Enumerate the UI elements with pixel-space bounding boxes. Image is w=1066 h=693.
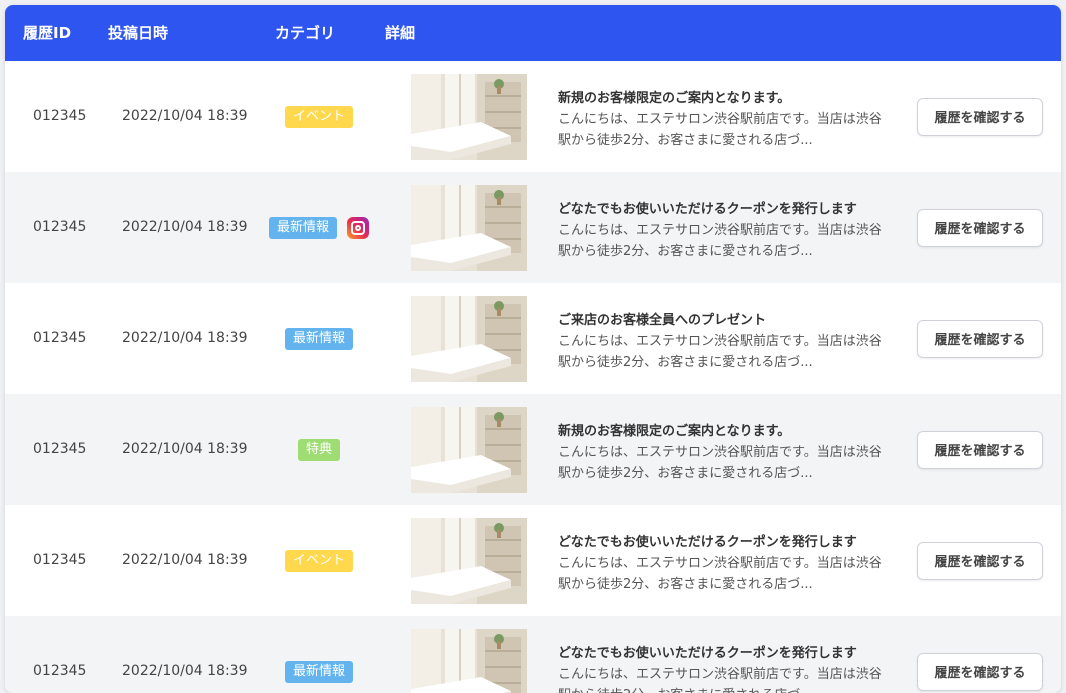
- history-id: 012345: [33, 552, 87, 568]
- table-body: 012345 2022/10/04 18:39 イベント 新規のお客様限定のご案内と…: [5, 61, 1061, 693]
- posted-datetime: 2022/10/04 18:39: [122, 330, 248, 346]
- posted-datetime: 2022/10/04 18:39: [122, 108, 248, 124]
- action-cell: 履歴を確認する: [917, 172, 1043, 283]
- category-badge: 最新情報: [284, 327, 353, 350]
- post-detail: ご来店のお客様全員へのプレゼントこんにちは、エステサロン渋谷駅前店です。当店は渋…: [558, 311, 888, 373]
- post-title: どなたでもお使いいただけるクーポンを発行します: [558, 202, 857, 217]
- post-thumbnail: [411, 629, 527, 693]
- category-cell: 最新情報: [259, 172, 379, 283]
- action-cell: 履歴を確認する: [917, 505, 1043, 616]
- post-thumbnail: [411, 407, 527, 493]
- header-category: カテゴリ: [275, 24, 336, 42]
- posted-datetime: 2022/10/04 18:39: [122, 552, 248, 568]
- view-history-button[interactable]: 履歴を確認する: [917, 208, 1043, 247]
- category-cell: 特典: [259, 394, 379, 505]
- post-thumbnail: [411, 518, 527, 604]
- post-thumbnail: [411, 296, 527, 382]
- table-row: 012345 2022/10/04 18:39 最新情報 どなたでもお使いいただける…: [5, 172, 1061, 283]
- post-excerpt: こんにちは、エステサロン渋谷駅前店です。当店は渋谷駅から徒歩2分、お客さまに愛さ…: [558, 334, 882, 370]
- category-cell: イベント: [259, 61, 379, 172]
- category-badge: 最新情報: [268, 216, 337, 239]
- history-id: 012345: [33, 663, 87, 679]
- post-excerpt: こんにちは、エステサロン渋谷駅前店です。当店は渋谷駅から徒歩2分、お客さまに愛さ…: [558, 223, 882, 259]
- view-history-button[interactable]: 履歴を確認する: [917, 652, 1043, 691]
- post-detail: 新規のお客様限定のご案内となります。こんにちは、エステサロン渋谷駅前店です。当店…: [558, 89, 888, 151]
- posted-datetime: 2022/10/04 18:39: [122, 219, 248, 235]
- history-id: 012345: [33, 219, 87, 235]
- post-detail: どなたでもお使いいただけるクーポンを発行しますこんにちは、エステサロン渋谷駅前店…: [558, 200, 888, 262]
- category-badge: 最新情報: [284, 660, 353, 683]
- history-id: 012345: [33, 330, 87, 346]
- view-history-button[interactable]: 履歴を確認する: [917, 319, 1043, 358]
- table-header: 履歴ID 投稿日時 カテゴリ 詳細: [5, 5, 1061, 61]
- post-detail: どなたでもお使いいただけるクーポンを発行しますこんにちは、エステサロン渋谷駅前店…: [558, 644, 888, 693]
- post-title: どなたでもお使いいただけるクーポンを発行します: [558, 646, 857, 661]
- post-detail: どなたでもお使いいただけるクーポンを発行しますこんにちは、エステサロン渋谷駅前店…: [558, 533, 888, 595]
- view-history-button[interactable]: 履歴を確認する: [917, 97, 1043, 136]
- header-date: 投稿日時: [108, 24, 169, 42]
- history-table: 履歴ID 投稿日時 カテゴリ 詳細 012345 2022/10/04 18:39…: [5, 5, 1061, 693]
- history-id: 012345: [33, 441, 87, 457]
- category-badge: イベント: [284, 105, 353, 128]
- post-title: ご来店のお客様全員へのプレゼント: [558, 313, 767, 328]
- action-cell: 履歴を確認する: [917, 61, 1043, 172]
- header-detail: 詳細: [385, 24, 416, 42]
- category-badge: 特典: [297, 438, 340, 461]
- action-cell: 履歴を確認する: [917, 283, 1043, 394]
- category-cell: 最新情報: [259, 283, 379, 394]
- post-excerpt: こんにちは、エステサロン渋谷駅前店です。当店は渋谷駅から徒歩2分、お客さまに愛さ…: [558, 556, 882, 592]
- view-history-button[interactable]: 履歴を確認する: [917, 430, 1043, 469]
- post-excerpt: こんにちは、エステサロン渋谷駅前店です。当店は渋谷駅から徒歩2分、お客さまに愛さ…: [558, 667, 882, 693]
- post-title: どなたでもお使いいただけるクーポンを発行します: [558, 535, 857, 550]
- posted-datetime: 2022/10/04 18:39: [122, 441, 248, 457]
- table-row: 012345 2022/10/04 18:39 イベント 新規のお客様限定のご案内と…: [5, 61, 1061, 172]
- post-excerpt: こんにちは、エステサロン渋谷駅前店です。当店は渋谷駅から徒歩2分、お客さまに愛さ…: [558, 445, 882, 481]
- post-title: 新規のお客様限定のご案内となります。: [558, 424, 791, 439]
- category-cell: 最新情報: [259, 616, 379, 693]
- posted-datetime: 2022/10/04 18:39: [122, 663, 248, 679]
- history-id: 012345: [33, 108, 87, 124]
- post-title: 新規のお客様限定のご案内となります。: [558, 91, 791, 106]
- view-history-button[interactable]: 履歴を確認する: [917, 541, 1043, 580]
- action-cell: 履歴を確認する: [917, 616, 1043, 693]
- post-thumbnail: [411, 74, 527, 160]
- post-thumbnail: [411, 185, 527, 271]
- instagram-icon: [347, 216, 369, 239]
- table-row: 012345 2022/10/04 18:39 最新情報 ご来店のお客様全員へのプレ…: [5, 283, 1061, 394]
- table-row: 012345 2022/10/04 18:39 イベント どなたでもお使いいただける…: [5, 505, 1061, 616]
- table-row: 012345 2022/10/04 18:39 特典 新規のお客様限定のご案内となり…: [5, 394, 1061, 505]
- table-row: 012345 2022/10/04 18:39 最新情報 どなたでもお使いいただける…: [5, 616, 1061, 693]
- action-cell: 履歴を確認する: [917, 394, 1043, 505]
- category-cell: イベント: [259, 505, 379, 616]
- category-badge: イベント: [284, 549, 353, 572]
- header-id: 履歴ID: [23, 24, 72, 42]
- post-excerpt: こんにちは、エステサロン渋谷駅前店です。当店は渋谷駅から徒歩2分、お客さまに愛さ…: [558, 112, 882, 148]
- post-detail: 新規のお客様限定のご案内となります。こんにちは、エステサロン渋谷駅前店です。当店…: [558, 422, 888, 484]
